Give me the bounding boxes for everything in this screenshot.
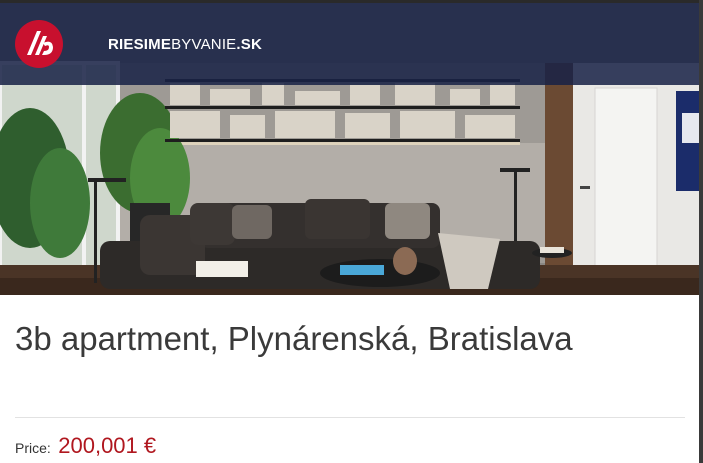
divider	[15, 417, 685, 418]
site-name[interactable]: RIESIMEBYVANIE.SK	[108, 36, 262, 53]
price-value: 200,001 €	[58, 433, 157, 458]
site-name-light: BYVANIE	[171, 36, 237, 53]
site-logo-icon[interactable]	[14, 19, 64, 69]
price-label: Price:	[15, 440, 51, 456]
browser-frame-top	[0, 0, 703, 3]
listing-photo[interactable]: RIESIMEBYVANIE.SK	[0, 3, 699, 295]
price-row: Price: 200,001 €	[15, 433, 156, 459]
site-name-bold: RIESIME	[108, 36, 172, 53]
site-header: RIESIMEBYVANIE.SK	[0, 3, 699, 85]
browser-frame-right	[699, 0, 703, 463]
listing-card[interactable]: RIESIMEBYVANIE.SK 3b apartment, Plynáren…	[0, 3, 699, 463]
listing-title[interactable]: 3b apartment, Plynárenská, Bratislava	[15, 321, 685, 357]
site-name-suffix: .SK	[236, 36, 262, 53]
